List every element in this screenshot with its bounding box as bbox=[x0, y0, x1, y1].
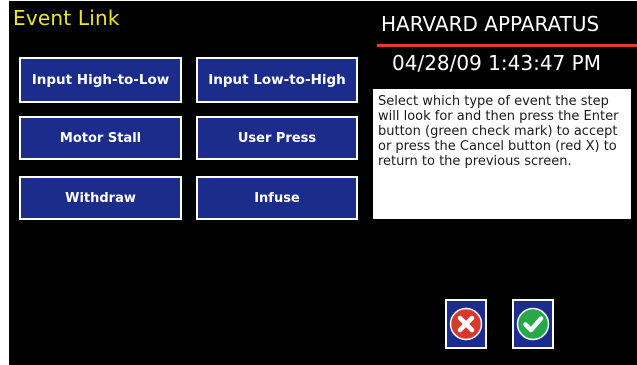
brand-underline bbox=[377, 44, 637, 47]
input-high-to-low-button[interactable]: Input High-to-Low bbox=[19, 57, 182, 103]
input-low-to-high-button[interactable]: Input Low-to-High bbox=[196, 57, 358, 103]
green-check-icon bbox=[516, 307, 550, 341]
cancel-button[interactable] bbox=[445, 299, 487, 349]
withdraw-button[interactable]: Withdraw bbox=[19, 176, 182, 220]
date-time-display: 04/28/09 1:43:47 PM bbox=[392, 51, 601, 75]
user-press-button[interactable]: User Press bbox=[196, 116, 358, 160]
motor-stall-button[interactable]: Motor Stall bbox=[19, 116, 182, 160]
page: Event Link HARVARD APPARATUS 04/28/09 1:… bbox=[0, 0, 637, 365]
infuse-button[interactable]: Infuse bbox=[196, 176, 358, 220]
help-text: Select which type of event the step will… bbox=[378, 94, 619, 169]
touch-screen: Event Link HARVARD APPARATUS 04/28/09 1:… bbox=[9, 1, 637, 365]
red-x-icon bbox=[449, 307, 483, 341]
screen-title: Event Link bbox=[13, 6, 120, 30]
help-text-panel: Select which type of event the step will… bbox=[373, 89, 631, 219]
enter-button[interactable] bbox=[512, 299, 554, 349]
brand-name: HARVARD APPARATUS bbox=[381, 12, 600, 36]
